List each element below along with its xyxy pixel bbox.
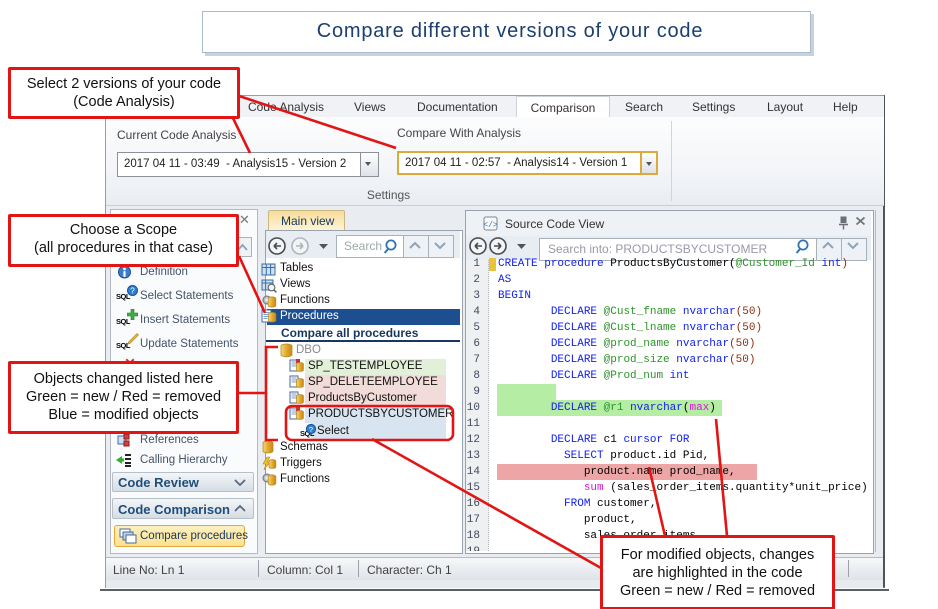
svg-text:?: ? <box>130 286 135 295</box>
